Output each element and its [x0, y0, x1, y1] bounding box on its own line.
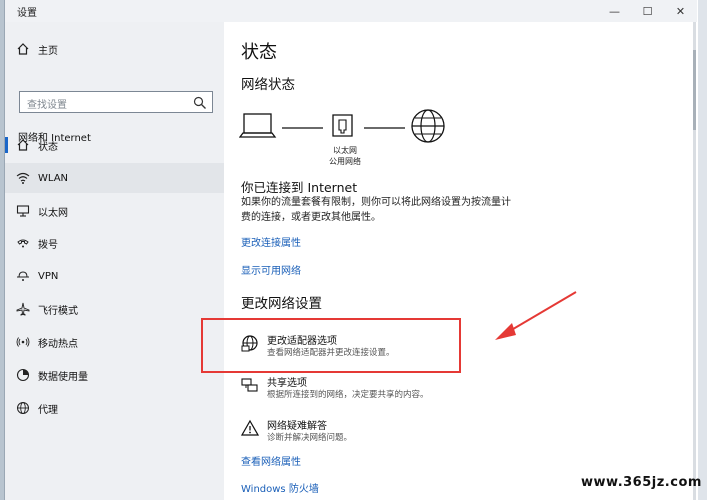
sidebar-item-label: 拨号: [38, 239, 58, 251]
minimize-button[interactable]: —: [598, 0, 631, 22]
windows-firewall-link[interactable]: Windows 防火墙: [241, 480, 319, 495]
sidebar-item-label: WLAN: [38, 172, 69, 184]
home-icon: [15, 41, 31, 57]
sidebar-item-label: 状态: [38, 141, 58, 153]
sidebar-item-label: 移动热点: [38, 338, 78, 350]
laptop-icon: [239, 113, 277, 138]
main-content: 状态 网络状态 以太网 公用网络 你已连接到 Internet 如果你的流量套餐…: [224, 22, 697, 500]
vpn-icon: [15, 268, 31, 284]
network-type-label: 公用网络: [329, 157, 361, 166]
network-diagram: [239, 109, 445, 143]
watermark: www.365jz.com: [581, 475, 702, 490]
sidebar-item-label: VPN: [38, 270, 59, 282]
dialup-icon: [15, 235, 31, 251]
sidebar-item-airplane[interactable]: 飞行模式: [5, 294, 224, 324]
scrollbar-thumb[interactable]: [693, 50, 696, 130]
globe-icon: [15, 400, 31, 416]
close-icon: ✕: [675, 4, 686, 18]
settings-window: 设置 — ☐ ✕ 主页 查找设置 网络和 Internet 状态 WLAN 以太…: [4, 0, 697, 500]
search-placeholder: 查找设置: [27, 100, 67, 111]
sidebar-item-label: 代理: [38, 404, 58, 416]
option-title: 共享选项: [267, 378, 307, 389]
connected-text-line1: 如果你的流量套餐有限制，则你可以将此网络设置为按流量计: [241, 197, 511, 208]
hotspot-icon: [15, 334, 31, 350]
option-title: 网络疑难解答: [267, 421, 327, 432]
search-input[interactable]: 查找设置: [19, 91, 213, 113]
highlight-box: [201, 318, 461, 373]
change-connection-properties-link[interactable]: 更改连接属性: [241, 234, 301, 249]
internet-globe-icon: [411, 109, 445, 143]
minimize-icon: —: [609, 4, 620, 18]
troubleshoot-item[interactable]: 网络疑难解答 诊断并解决网络问题。: [240, 417, 481, 447]
sidebar-item-label: 数据使用量: [38, 371, 88, 383]
maximize-icon: ☐: [642, 4, 653, 18]
ethernet-label: 以太网: [333, 146, 357, 155]
title-bar: 设置 — ☐ ✕: [5, 0, 697, 22]
ethernet-port-icon: [332, 114, 353, 137]
sidebar-item-home[interactable]: 主页: [5, 34, 224, 64]
view-network-properties-link[interactable]: 查看网络属性: [241, 453, 301, 468]
sidebar-item-dialup[interactable]: 拨号: [5, 228, 224, 258]
change-network-settings-heading: 更改网络设置: [241, 296, 322, 312]
sidebar-item-label: 飞行模式: [38, 305, 78, 317]
wifi-icon: [15, 170, 31, 186]
warning-icon: [240, 419, 260, 437]
annotation-arrow: [495, 291, 577, 340]
option-description: 根据所连接到的网络，决定要共享的内容。: [267, 390, 429, 400]
sidebar-item-vpn[interactable]: VPN: [5, 261, 224, 291]
selection-indicator: [5, 137, 8, 153]
sidebar-item-data-usage[interactable]: 数据使用量: [5, 360, 224, 390]
sharing-options-item[interactable]: 共享选项 根据所连接到的网络，决定要共享的内容。: [241, 374, 481, 404]
home-status-icon: [15, 137, 31, 153]
window-title: 设置: [17, 8, 37, 19]
ethernet-icon: [15, 203, 31, 219]
sharing-icon: [241, 376, 259, 394]
sidebar-item-wlan[interactable]: WLAN: [5, 163, 224, 193]
background-right: [698, 0, 707, 500]
sidebar-home-label: 主页: [38, 45, 58, 57]
connected-heading: 你已连接到 Internet: [241, 180, 358, 195]
sidebar-item-status[interactable]: 状态: [5, 130, 224, 160]
sidebar: 主页 查找设置 网络和 Internet 状态 WLAN 以太网 拨号 VPN …: [5, 22, 224, 500]
maximize-button[interactable]: ☐: [631, 0, 664, 22]
sidebar-item-hotspot[interactable]: 移动热点: [5, 327, 224, 357]
option-description: 诊断并解决网络问题。: [267, 433, 353, 443]
airplane-icon: [15, 301, 31, 317]
network-status-heading: 网络状态: [241, 77, 295, 93]
data-usage-icon: [15, 367, 31, 383]
sidebar-item-label: 以太网: [38, 207, 68, 219]
close-button[interactable]: ✕: [664, 0, 697, 22]
connected-text-line2: 费的连接，或者更改其他属性。: [241, 212, 381, 223]
page-title: 状态: [241, 42, 277, 63]
search-icon: [193, 95, 207, 109]
show-available-networks-link[interactable]: 显示可用网络: [241, 262, 301, 277]
sidebar-item-ethernet[interactable]: 以太网: [5, 196, 224, 226]
sidebar-item-proxy[interactable]: 代理: [5, 393, 224, 423]
